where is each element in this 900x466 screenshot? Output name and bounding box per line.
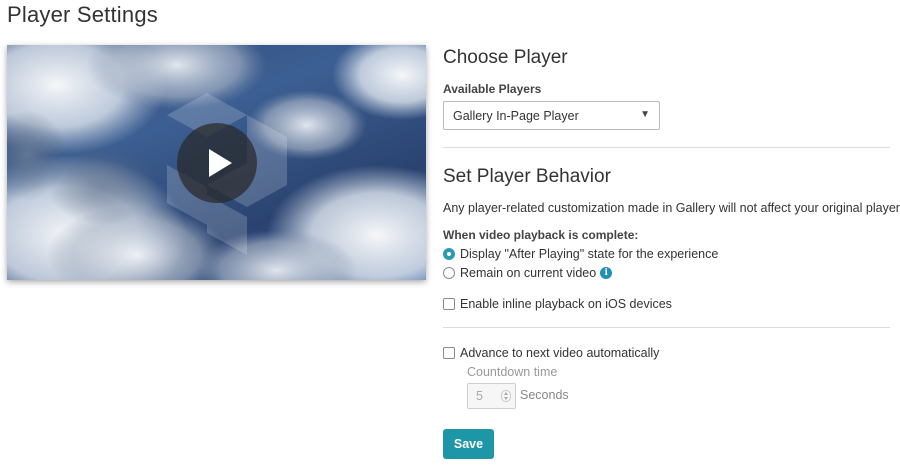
radio-remain-current[interactable]: Remain on current video i <box>443 266 613 280</box>
dropdown-arrow-icon: ▼ <box>640 109 650 120</box>
countdown-label: Countdown time <box>467 365 558 379</box>
inline-ios-checkbox-row[interactable]: Enable inline playback on iOS devices <box>443 297 672 311</box>
countdown-stepper[interactable]: 5 <box>467 383 516 409</box>
advance-label: Advance to next video automatically <box>460 346 660 360</box>
play-icon <box>209 149 232 177</box>
info-icon[interactable]: i <box>600 267 613 279</box>
page-title: Player Settings <box>7 2 158 27</box>
behavior-description: Any player-related customization made in… <box>443 201 900 215</box>
save-button[interactable]: Save <box>443 429 494 459</box>
advance-checkbox-row[interactable]: Advance to next video automatically <box>443 346 659 360</box>
radio-after-playing-label: Display "After Playing" state for the ex… <box>460 247 719 261</box>
section-divider <box>443 327 890 328</box>
available-players-label: Available Players <box>443 82 542 96</box>
completion-label: When video playback is complete: <box>443 228 639 242</box>
stepper-arrows-icon[interactable] <box>501 390 511 402</box>
inline-ios-label: Enable inline playback on iOS devices <box>460 297 672 311</box>
video-preview[interactable] <box>7 45 426 280</box>
play-button[interactable] <box>177 123 257 203</box>
countdown-value: 5 <box>476 389 483 403</box>
player-behavior-heading: Set Player Behavior <box>443 166 611 187</box>
radio-remain-current-label: Remain on current video <box>460 266 597 280</box>
inline-ios-checkbox[interactable] <box>443 298 455 310</box>
radio-button-checked[interactable] <box>443 248 455 260</box>
countdown-unit: Seconds <box>520 388 569 402</box>
advance-checkbox[interactable] <box>443 347 455 359</box>
radio-after-playing[interactable]: Display "After Playing" state for the ex… <box>443 247 718 261</box>
player-select[interactable]: Gallery In-Page Player ▼ <box>443 101 660 130</box>
player-select-value: Gallery In-Page Player <box>453 109 579 123</box>
section-divider <box>443 147 890 148</box>
choose-player-heading: Choose Player <box>443 47 568 68</box>
radio-button[interactable] <box>443 267 455 279</box>
